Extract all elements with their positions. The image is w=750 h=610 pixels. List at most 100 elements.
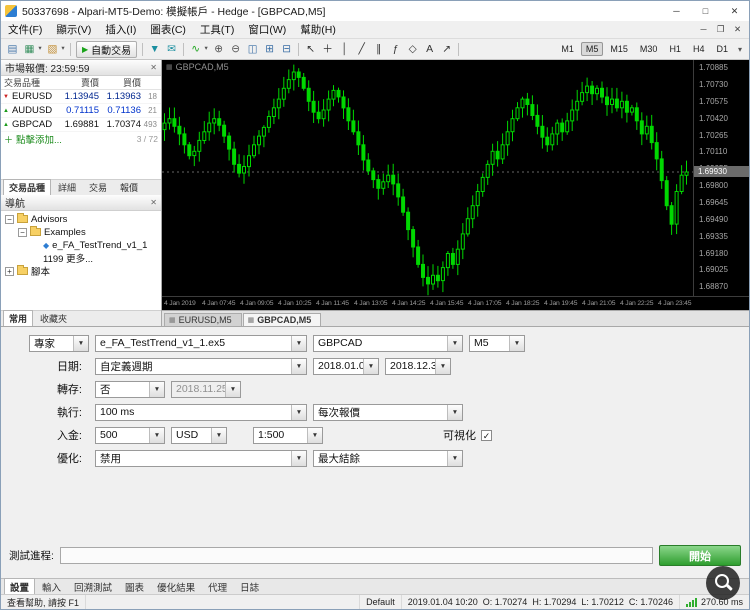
tree-expander-icon[interactable]: −	[18, 227, 27, 237]
chart-minimize-button[interactable]: ─	[695, 24, 712, 35]
tester-tab[interactable]: 優化結果	[151, 578, 201, 596]
text-icon[interactable]: A	[421, 41, 438, 57]
profile-name[interactable]: Default	[360, 595, 402, 609]
optimization-criterion-select[interactable]: 最大結餘 ▼	[313, 449, 463, 467]
time-axis-label: 4 Jan 2019	[164, 300, 196, 307]
chart-canvas[interactable]: 1.70885 1.70730 1.70575 1.70420 1.70265 1.701…	[162, 60, 749, 310]
chart-tab[interactable]: ▦ EURUSD,M5	[164, 313, 242, 326]
visualization-checkbox[interactable]: ✓	[481, 429, 492, 441]
trendline-icon[interactable]: ╱	[353, 41, 370, 57]
add-symbol-row[interactable]: ＋ 點擊添加... 3 / 72	[1, 132, 161, 146]
currency-select[interactable]: USD ▼	[171, 426, 227, 444]
download-center-icon[interactable]: ▼	[146, 41, 163, 57]
market-watch-row[interactable]: ▼ EURUSD 1.13945 1.13963 18	[1, 90, 161, 104]
delay-select[interactable]: 100 ms ▼	[95, 403, 307, 421]
cascade-windows-icon[interactable]: ⊞	[261, 41, 278, 57]
magnifier-overlay-icon[interactable]	[706, 566, 740, 600]
market-watch-tab[interactable]: 報價	[114, 179, 144, 196]
menu-item[interactable]: 窗口(W)	[241, 22, 293, 37]
time-axis[interactable]: 4 Jan 2019 4 Jan 07:45 4 Jan 09:05 4 Jan 10…	[162, 296, 749, 310]
timeframe-h1[interactable]: H1	[664, 42, 686, 56]
tester-mode-select[interactable]: 專家 ▼	[29, 334, 89, 352]
new-order-icon[interactable]: ▤	[4, 41, 21, 57]
menu-item[interactable]: 圖表(C)	[143, 22, 193, 37]
zoom-out-icon[interactable]: ⊖	[227, 41, 244, 57]
symbol-select[interactable]: GBPCAD ▼	[313, 334, 463, 352]
tester-tab[interactable]: 代理	[202, 578, 233, 596]
market-watch-tab[interactable]: 交易品種	[3, 178, 52, 196]
date-mode-select[interactable]: 自定義週期 ▼	[95, 357, 307, 375]
navigator-item[interactable]: 1199 更多...	[1, 252, 161, 265]
community-icon[interactable]: ✉	[163, 41, 180, 57]
leverage-select[interactable]: 1:500 ▼	[253, 426, 323, 444]
menu-item[interactable]: 文件(F)	[1, 22, 49, 37]
vertical-line-icon[interactable]: │	[336, 41, 353, 57]
indicators-icon-dropdown[interactable]: ▾	[202, 41, 210, 57]
tester-tab[interactable]: 日誌	[234, 578, 265, 596]
tester-tab[interactable]: 回溯測試	[68, 578, 118, 596]
expert-select[interactable]: e_FA_TestTrend_v1_1.ex5 ▼	[95, 334, 307, 352]
menu-item[interactable]: 插入(I)	[98, 22, 143, 37]
navigator-tab[interactable]: 常用	[3, 310, 34, 327]
menu-item[interactable]: 工具(T)	[193, 22, 241, 37]
market-watch-row[interactable]: ▲ AUDUSD 0.71115 0.71136 21	[1, 104, 161, 118]
date-from-field[interactable]: 2018.01.01 ▼	[313, 357, 379, 375]
tick-arrow-icon: ▲	[3, 121, 9, 128]
toolbar-overflow-icon[interactable]: ▾	[734, 45, 746, 54]
market-watch-tab[interactable]: 詳細	[52, 179, 82, 196]
price-axis-label: 1.69180	[699, 248, 728, 258]
fibonacci-icon[interactable]: ƒ	[387, 41, 404, 57]
shapes-icon[interactable]: ◇	[404, 41, 421, 57]
chart-tab[interactable]: ▦ GBPCAD,M5	[242, 313, 322, 326]
maximize-button[interactable]: □	[691, 1, 720, 21]
close-button[interactable]: ✕	[720, 1, 749, 21]
date-to-field[interactable]: 2018.12.31 ▼	[385, 357, 451, 375]
chart-close-button[interactable]: ✕	[729, 24, 746, 35]
menu-item[interactable]: 顯示(V)	[49, 22, 98, 37]
tick-mode-select[interactable]: 每次報價 ▼	[313, 403, 463, 421]
channel-icon[interactable]: ∥	[370, 41, 387, 57]
timeframe-d1[interactable]: D1	[711, 42, 733, 56]
auto-trading-button[interactable]: ▶ 自動交易	[76, 40, 138, 58]
start-button[interactable]: 開始	[659, 545, 741, 566]
navigator-item[interactable]: − Examples	[1, 226, 161, 239]
crosshair-icon[interactable]: ＋	[319, 41, 336, 57]
deposit-select[interactable]: 500 ▼	[95, 426, 165, 444]
tree-expander-icon[interactable]: +	[5, 266, 14, 276]
tester-tab[interactable]: 輸入	[36, 578, 67, 596]
tester-tab[interactable]: 圖表	[119, 578, 150, 596]
timeframe-m15[interactable]: M15	[605, 42, 633, 56]
arrows-icon[interactable]: ↗	[438, 41, 455, 57]
new-chart-icon-dropdown[interactable]: ▾	[36, 41, 44, 57]
market-watch-row[interactable]: ▲ GBPCAD 1.69881 1.70374 493	[1, 118, 161, 132]
timeframe-h4[interactable]: H4	[688, 42, 710, 56]
optimization-mode-select[interactable]: 禁用 ▼	[95, 449, 307, 467]
forward-mode-select[interactable]: 否 ▼	[95, 380, 165, 398]
minimize-button[interactable]: ─	[662, 1, 691, 21]
price-axis[interactable]: 1.70885 1.70730 1.70575 1.70420 1.70265 1.701…	[693, 60, 749, 297]
navigator-tab[interactable]: 收藏夾	[34, 310, 73, 327]
timeframe-m5[interactable]: M5	[580, 42, 604, 56]
tile-horizontal-icon[interactable]: ⊟	[278, 41, 295, 57]
navigator-item[interactable]: ◆ e_FA_TestTrend_v1_1	[1, 239, 161, 252]
navigator-item[interactable]: + 腳本	[1, 265, 161, 278]
market-watch-tab[interactable]: 交易	[83, 179, 113, 196]
timeframe-m1[interactable]: M1	[556, 42, 579, 56]
zoom-in-icon[interactable]: ⊕	[210, 41, 227, 57]
profiles-icon-dropdown[interactable]: ▾	[59, 41, 67, 57]
tile-windows-icon[interactable]: ◫	[244, 41, 261, 57]
cursor-icon[interactable]: ↖	[302, 41, 319, 57]
menu-item[interactable]: 幫助(H)	[293, 22, 343, 37]
navigator-item[interactable]: − Advisors	[1, 213, 161, 226]
period-select[interactable]: M5 ▼	[469, 334, 525, 352]
test-progress-bar	[59, 547, 653, 564]
tree-expander-icon[interactable]: −	[5, 214, 14, 224]
navigator-title: 導航	[5, 198, 25, 210]
timeframe-m30[interactable]: M30	[635, 42, 663, 56]
close-icon[interactable]: ✕	[150, 198, 157, 207]
tester-tab[interactable]: 設置	[4, 577, 36, 596]
spread-cell: 21	[148, 106, 157, 115]
chart-restore-button[interactable]: ❐	[712, 24, 729, 35]
close-icon[interactable]: ✕	[150, 63, 157, 72]
bid-cell: 1.69881	[64, 119, 99, 130]
